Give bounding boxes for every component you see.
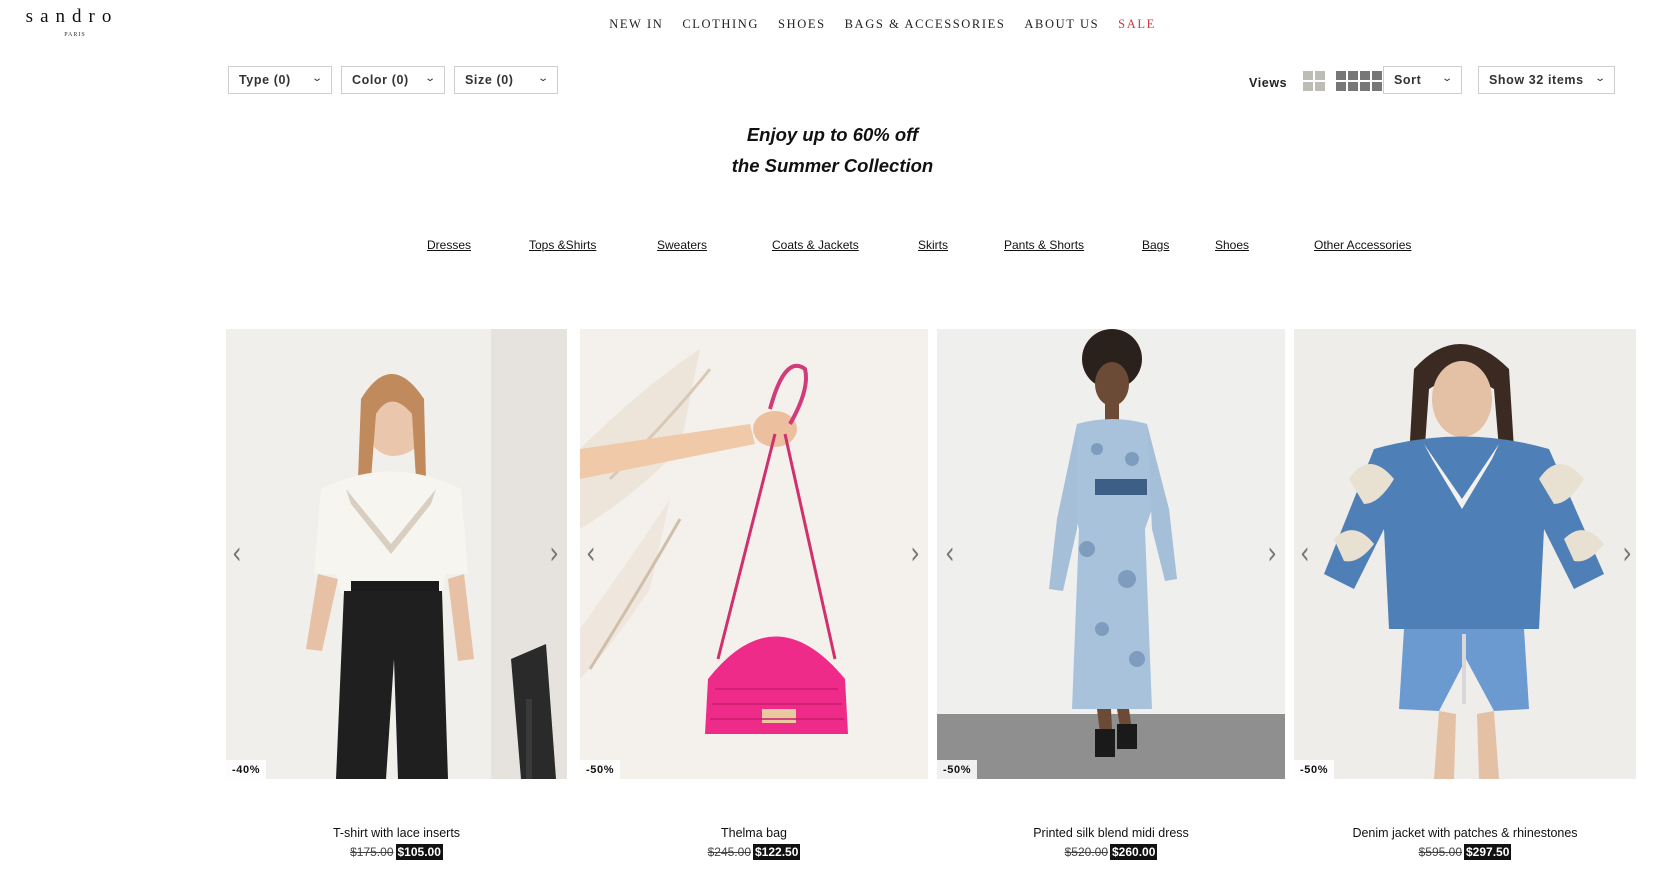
color-filter[interactable]: Color (0) ⌄: [341, 66, 445, 94]
chevron-left-icon[interactable]: ‹: [1300, 535, 1310, 571]
product-card[interactable]: ‹ › -40% T-shirt with lace inserts $175.…: [226, 329, 567, 860]
product-name[interactable]: Printed silk blend midi dress: [937, 826, 1285, 840]
grid-4-icon[interactable]: [1303, 71, 1325, 91]
sale-price: $105.00: [395, 844, 443, 860]
product-card[interactable]: ‹ › -50% Printed silk blend midi dress $…: [937, 329, 1285, 860]
views-label: Views: [1249, 76, 1288, 90]
category-links: Dresses Tops &Shirts Sweaters Coats & Ja…: [0, 238, 1665, 258]
discount-badge: -50%: [937, 760, 978, 779]
blue-dress-image: [937, 329, 1285, 779]
type-filter-label: Type (0): [239, 73, 291, 87]
discount-badge: -40%: [226, 760, 267, 779]
product-prices: $245.00 $122.50: [580, 844, 928, 860]
size-filter[interactable]: Size (0) ⌄: [454, 66, 558, 94]
sale-price: $297.50: [1464, 844, 1512, 860]
nav-bags-accessories[interactable]: BAGS & ACCESSORIES: [845, 17, 1006, 32]
chevron-down-icon: ⌄: [1441, 73, 1454, 84]
color-filter-label: Color (0): [352, 73, 409, 87]
product-image[interactable]: ‹ › -50%: [1294, 329, 1636, 779]
sale-price: $260.00: [1110, 844, 1158, 860]
category-tops-shirts[interactable]: Tops &Shirts: [529, 238, 596, 252]
product-card[interactable]: ‹ › -50% Thelma bag $245.00 $122.50: [580, 329, 928, 860]
product-prices: $595.00 $297.50: [1294, 844, 1636, 860]
promo-line-1: Enjoy up to 60% off: [746, 124, 919, 145]
show-items-dropdown[interactable]: Show 32 items ⌄: [1478, 66, 1615, 94]
promo-banner: Enjoy up to 60% off the Summer Collectio…: [0, 119, 1665, 181]
chevron-right-icon[interactable]: ›: [1267, 535, 1277, 571]
nav-new-in[interactable]: NEW IN: [609, 17, 663, 32]
chevron-down-icon: ⌄: [537, 73, 550, 84]
sale-price: $122.50: [753, 844, 801, 860]
chevron-right-icon[interactable]: ›: [549, 535, 559, 571]
main-nav: NEW IN CLOTHING SHOES BAGS & ACCESSORIES…: [0, 17, 1665, 32]
chevron-right-icon[interactable]: ›: [910, 535, 920, 571]
product-prices: $520.00 $260.00: [937, 844, 1285, 860]
woman-tshirt-image: [226, 329, 567, 779]
category-other-accessories[interactable]: Other Accessories: [1314, 238, 1411, 252]
denim-jacket-image: [1294, 329, 1636, 779]
size-filter-label: Size (0): [465, 73, 514, 87]
category-bags[interactable]: Bags: [1142, 238, 1169, 252]
product-card[interactable]: ‹ › -50% Denim jacket with patches & rhi…: [1294, 329, 1636, 860]
old-price: $595.00: [1418, 845, 1462, 859]
product-name[interactable]: T-shirt with lace inserts: [226, 826, 567, 840]
category-skirts[interactable]: Skirts: [918, 238, 948, 252]
nav-sale[interactable]: SALE: [1118, 17, 1156, 32]
category-dresses[interactable]: Dresses: [427, 238, 471, 252]
product-name[interactable]: Thelma bag: [580, 826, 928, 840]
product-image[interactable]: ‹ › -50%: [580, 329, 928, 779]
old-price: $245.00: [707, 845, 751, 859]
sort-label: Sort: [1394, 73, 1422, 87]
product-image[interactable]: ‹ › -40%: [226, 329, 567, 779]
old-price: $520.00: [1064, 845, 1108, 859]
chevron-down-icon: ⌄: [1594, 73, 1607, 84]
category-sweaters[interactable]: Sweaters: [657, 238, 707, 252]
chevron-right-icon[interactable]: ›: [1622, 535, 1632, 571]
nav-about-us[interactable]: ABOUT US: [1024, 17, 1099, 32]
chevron-left-icon[interactable]: ‹: [232, 535, 242, 571]
product-name[interactable]: Denim jacket with patches & rhinestones: [1294, 826, 1636, 840]
chevron-down-icon: ⌄: [311, 73, 324, 84]
nav-shoes[interactable]: SHOES: [778, 17, 826, 32]
sort-dropdown[interactable]: Sort ⌄: [1383, 66, 1462, 94]
old-price: $175.00: [350, 845, 394, 859]
show-items-label: Show 32 items: [1489, 73, 1584, 87]
discount-badge: -50%: [1294, 760, 1335, 779]
nav-clothing[interactable]: CLOTHING: [682, 17, 759, 32]
product-image[interactable]: ‹ › -50%: [937, 329, 1285, 779]
discount-badge: -50%: [580, 760, 621, 779]
pink-bag-image: [580, 329, 928, 779]
type-filter[interactable]: Type (0) ⌄: [228, 66, 332, 94]
promo-line-2: the Summer Collection: [731, 155, 934, 176]
category-shoes[interactable]: Shoes: [1215, 238, 1249, 252]
chevron-left-icon[interactable]: ‹: [945, 535, 955, 571]
brand-sub: PARIS: [64, 32, 86, 38]
category-coats-jackets[interactable]: Coats & Jackets: [772, 238, 859, 252]
grid-8-icon[interactable]: [1336, 71, 1382, 91]
product-prices: $175.00 $105.00: [226, 844, 567, 860]
chevron-left-icon[interactable]: ‹: [586, 535, 596, 571]
category-pants-shorts[interactable]: Pants & Shorts: [1004, 238, 1084, 252]
chevron-down-icon: ⌄: [424, 73, 437, 84]
